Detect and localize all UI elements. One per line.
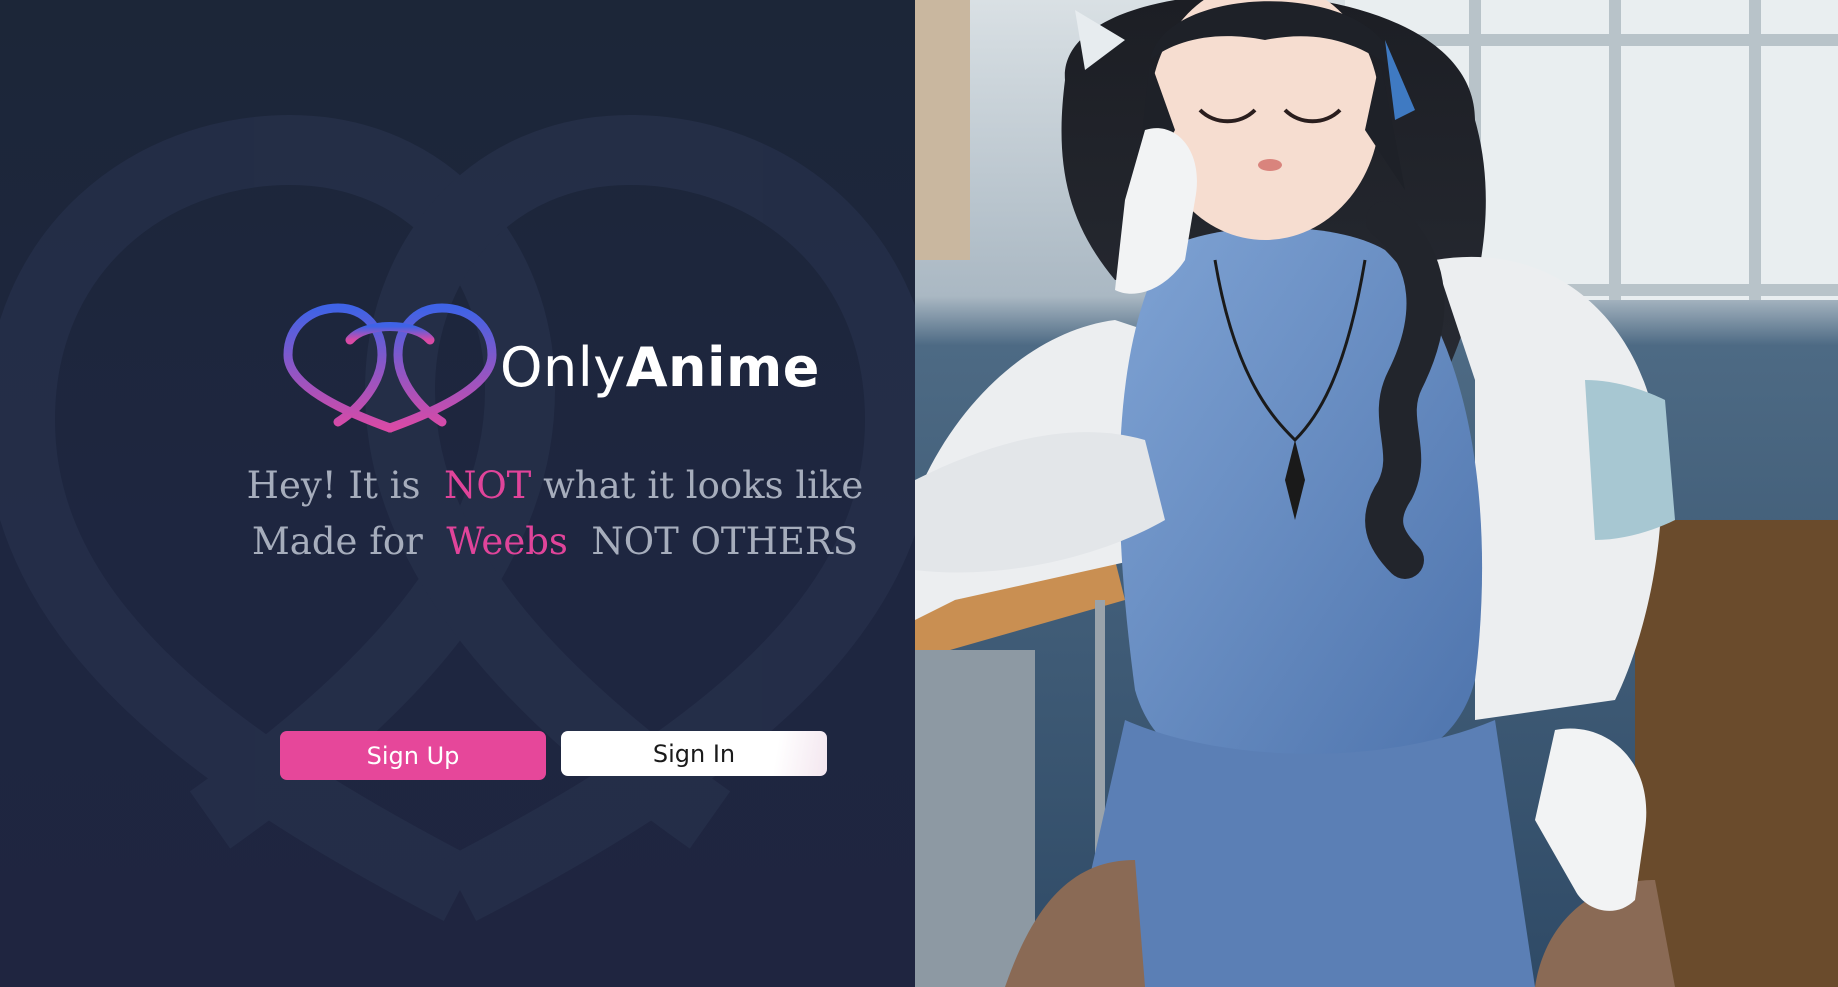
brand-name: OnlyAnime xyxy=(500,340,820,395)
auth-buttons: Sign Up Sign In xyxy=(280,731,827,780)
tagline-line-1: Hey! It is NOT what it looks like xyxy=(240,458,870,514)
brand-header: OnlyAnime xyxy=(280,300,820,435)
logo-icon xyxy=(283,303,497,433)
tagline-1-highlight: NOT xyxy=(443,464,532,507)
tagline-2-highlight: Weebs xyxy=(446,520,568,563)
tagline-1-post: what it looks like xyxy=(543,464,864,507)
hero-panel xyxy=(915,0,1838,987)
hero-illustration xyxy=(915,0,1838,987)
welcome-panel: OnlyAnime Hey! It is NOT what it looks l… xyxy=(0,0,915,987)
sign-in-button[interactable]: Sign In xyxy=(561,731,827,776)
tagline-2-pre: Made for xyxy=(251,520,423,563)
tagline-2-post: NOT OTHERS xyxy=(591,520,859,563)
tagline-1-pre: Hey! It is xyxy=(246,464,421,507)
tagline: Hey! It is NOT what it looks like Made f… xyxy=(240,458,870,570)
brand-name-anime: Anime xyxy=(625,335,820,399)
landing-page: OnlyAnime Hey! It is NOT what it looks l… xyxy=(0,0,1838,987)
sign-up-button[interactable]: Sign Up xyxy=(280,731,546,780)
tagline-line-2: Made for Weebs NOT OTHERS xyxy=(240,514,870,570)
brand-name-only: Only xyxy=(500,335,626,399)
